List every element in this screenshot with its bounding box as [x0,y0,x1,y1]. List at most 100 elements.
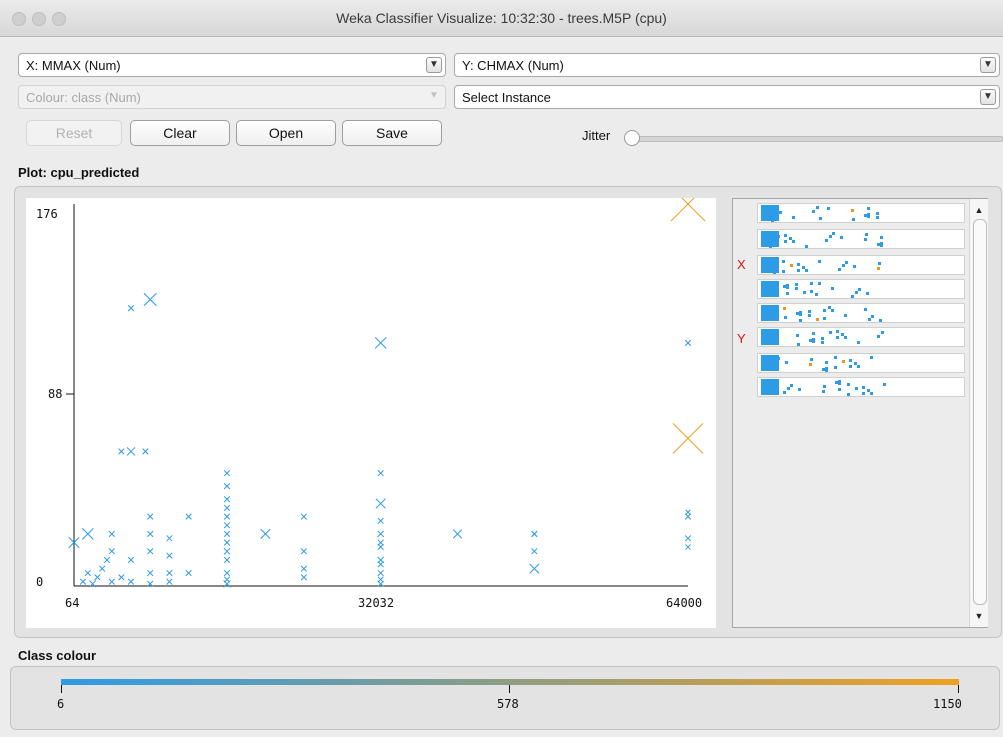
data-point[interactable] [147,548,154,555]
attribute-strips-panel[interactable]: X Y ▲ ▼ [732,198,988,628]
strip-point [834,366,837,369]
data-point[interactable] [126,447,136,456]
data-point[interactable] [108,530,115,538]
strip-point [796,334,799,337]
attribute-strip[interactable] [757,255,965,275]
data-point[interactable] [166,569,173,577]
data-point[interactable] [684,339,692,347]
data-point[interactable] [223,513,231,520]
data-point[interactable] [377,530,385,538]
data-point[interactable] [223,539,231,546]
data-point[interactable] [223,496,231,503]
scroll-up-arrow-icon[interactable]: ▲ [970,201,988,219]
data-point[interactable] [223,576,231,583]
data-point[interactable] [377,517,384,525]
data-point[interactable] [118,574,125,581]
data-point[interactable] [118,448,125,455]
save-button[interactable]: Save [342,120,442,146]
data-point[interactable] [166,552,173,559]
data-point[interactable] [103,556,111,564]
y-axis-select[interactable]: Y: CHMAX (Num) ▼ [454,53,1000,77]
jitter-slider-thumb[interactable] [624,130,640,146]
data-point[interactable] [223,556,231,564]
strip-point [870,392,873,395]
data-point[interactable] [685,509,691,515]
data-point[interactable] [185,513,192,520]
data-point[interactable] [260,528,271,540]
data-point[interactable] [127,305,135,312]
data-point[interactable] [531,548,538,555]
data-point[interactable] [223,504,231,512]
select-instance-select[interactable]: Select Instance ▼ [454,85,1000,109]
x-tick-label-min: 64 [65,596,79,610]
data-point[interactable] [147,513,154,520]
data-point[interactable] [223,569,231,577]
data-point[interactable] [108,578,115,585]
data-point[interactable] [377,539,384,546]
data-point[interactable] [127,578,135,585]
class-colour-title: Class colour [18,648,97,663]
data-point[interactable] [84,569,91,577]
data-point[interactable] [377,556,385,564]
data-point[interactable] [223,547,231,555]
data-point[interactable] [300,574,308,581]
data-point[interactable] [166,535,173,542]
strip-point [805,269,808,272]
chevron-down-icon: ▼ [426,57,442,73]
strips-scrollbar[interactable]: ▲ ▼ [969,199,988,627]
data-point[interactable] [99,565,106,572]
data-point[interactable] [223,530,231,538]
data-point[interactable] [142,448,149,455]
data-point[interactable] [685,544,691,550]
data-point[interactable] [81,528,94,540]
clear-button[interactable]: Clear [130,120,230,146]
data-point[interactable] [377,569,384,577]
data-point[interactable] [147,569,154,577]
data-point[interactable] [147,530,154,538]
strip-point [818,282,821,285]
data-point[interactable] [127,556,135,564]
data-point[interactable] [374,337,387,349]
data-point[interactable] [531,530,538,538]
data-point[interactable] [684,535,692,542]
data-point[interactable] [223,469,231,477]
strip-point [823,385,826,388]
data-point[interactable] [108,548,115,555]
attribute-strip[interactable] [757,229,965,249]
data-point[interactable] [94,574,101,581]
scroll-down-arrow-icon[interactable]: ▼ [970,607,988,625]
data-point[interactable] [166,578,173,585]
attribute-strip[interactable] [757,377,965,397]
data-point[interactable] [300,548,308,555]
data-point[interactable] [223,483,231,490]
open-button[interactable]: Open [236,120,336,146]
data-point[interactable] [223,522,231,529]
chevron-down-icon: ▼ [426,89,442,105]
data-point[interactable] [79,578,87,585]
data-point[interactable] [672,423,704,454]
strip-point [845,261,848,264]
attribute-strip[interactable] [757,327,965,347]
data-point[interactable] [185,569,192,577]
data-point[interactable] [300,513,308,520]
data-point[interactable] [375,498,386,509]
strip-point [880,236,883,239]
jitter-slider-track[interactable] [636,136,1003,142]
x-axis-select[interactable]: X: MMAX (Num) ▼ [18,53,446,77]
data-point[interactable] [452,529,463,539]
strip-point [857,365,860,368]
data-point[interactable] [377,469,384,477]
data-point[interactable] [143,292,157,307]
data-point[interactable] [377,576,384,583]
attribute-strip[interactable] [757,353,965,373]
data-point[interactable] [670,186,706,222]
attribute-strip[interactable] [757,303,965,323]
strip-point [821,337,824,340]
attribute-strip[interactable] [757,203,965,223]
scrollbar-thumb[interactable] [973,219,987,605]
data-point[interactable] [529,563,540,574]
reset-button[interactable]: Reset [26,120,122,146]
attribute-strip[interactable] [757,279,965,299]
data-point[interactable] [300,565,308,572]
scatter-plot[interactable]: 176 88 0 64 32032 64000 [26,186,716,628]
